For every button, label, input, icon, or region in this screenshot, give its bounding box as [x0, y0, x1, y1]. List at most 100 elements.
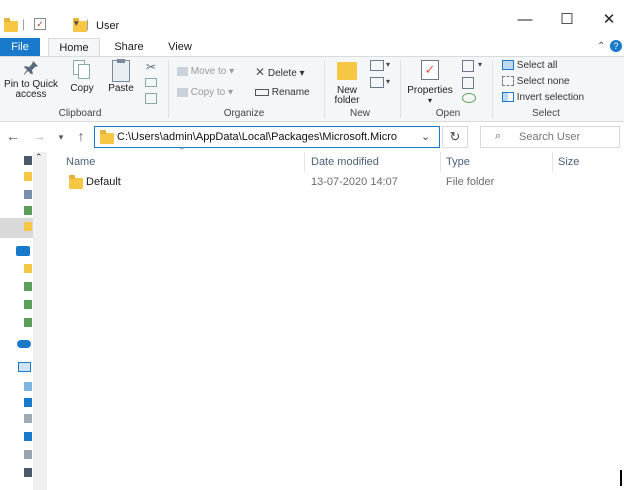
invert-selection-button[interactable]: Invert selection: [502, 92, 584, 104]
search-box[interactable]: ⌕ Search User: [480, 126, 620, 148]
title-separator: |: [86, 17, 90, 31]
select-none-button[interactable]: Select none: [502, 76, 570, 88]
paste-shortcut-icon[interactable]: [145, 93, 157, 104]
onedrive-icon[interactable]: [17, 340, 31, 348]
open-dropdown-icon[interactable]: ▾: [478, 60, 482, 69]
table-row[interactable]: Default 13-07-2020 14:07 File folder: [62, 172, 582, 192]
nav-item-icon[interactable]: [24, 190, 32, 199]
collapse-ribbon-icon[interactable]: ⌃: [597, 41, 605, 52]
column-header-size[interactable]: Size: [558, 156, 579, 168]
invert-selection-icon: [502, 92, 514, 103]
column-header-type[interactable]: Type: [446, 156, 470, 168]
clipboard-icon: [112, 59, 130, 82]
history-icon[interactable]: [462, 93, 476, 103]
nav-item-icon[interactable]: [24, 382, 32, 391]
address-folder-icon: [100, 130, 114, 144]
pin-icon: [23, 60, 39, 76]
pin-to-quick-access-button[interactable]: Pin to Quick access: [0, 60, 62, 100]
qat-dropdown-icon[interactable]: ▾: [74, 18, 79, 29]
scroll-up-icon[interactable]: ⌃: [35, 152, 43, 163]
tab-share[interactable]: Share: [106, 38, 152, 56]
tab-file[interactable]: File: [0, 38, 40, 56]
properties-label: Properties: [407, 85, 453, 96]
column-divider[interactable]: [304, 152, 305, 172]
easy-access-icon[interactable]: [370, 77, 384, 88]
text-cursor: [620, 470, 622, 486]
refresh-button[interactable]: ↻: [442, 126, 468, 148]
downloads-icon[interactable]: [24, 432, 32, 441]
qat-separator: |: [22, 17, 26, 31]
nav-folder-icon[interactable]: [24, 222, 32, 231]
nav-item-icon[interactable]: [24, 156, 32, 165]
rename-button[interactable]: Rename: [255, 87, 310, 99]
address-bar[interactable]: C:\Users\admin\AppData\Local\Packages\Mi…: [94, 126, 440, 148]
maximize-button[interactable]: ☐: [552, 10, 582, 30]
easy-access-dropdown-icon[interactable]: ▾: [386, 77, 390, 86]
properties-button[interactable]: ✓ Properties ▾: [404, 60, 456, 106]
new-item-dropdown-icon[interactable]: ▾: [386, 60, 390, 69]
properties-icon: ✓: [421, 60, 439, 80]
address-path[interactable]: C:\Users\admin\AppData\Local\Packages\Mi…: [117, 131, 413, 143]
rename-label: Rename: [271, 87, 310, 98]
minimize-button[interactable]: —: [510, 10, 540, 30]
clipboard-group-label: Clipboard: [58, 108, 102, 119]
properties-check-icon[interactable]: ✓: [34, 18, 46, 30]
copy-to-button[interactable]: Copy to ▾: [177, 87, 233, 99]
search-icon: ⌕: [495, 130, 502, 142]
this-pc-icon[interactable]: [18, 362, 31, 372]
address-dropdown-icon[interactable]: ⌄: [421, 130, 430, 143]
move-to-button[interactable]: Move to ▾: [177, 66, 234, 78]
tab-view[interactable]: View: [158, 38, 202, 56]
recent-locations-icon[interactable]: ▾: [52, 132, 70, 143]
nav-folder-icon[interactable]: [24, 172, 32, 181]
paste-button[interactable]: Paste: [104, 59, 138, 94]
nav-item-icon[interactable]: [24, 468, 32, 477]
nav-item-icon[interactable]: [24, 450, 32, 459]
select-none-icon: [502, 76, 514, 87]
select-group-label: Select: [532, 108, 560, 119]
edit-icon[interactable]: [462, 77, 474, 89]
delete-button[interactable]: ✕ Delete ▾: [255, 66, 305, 80]
sort-ascending-icon: ⌃: [178, 146, 186, 156]
new-group-label: New: [349, 108, 370, 119]
copy-to-label: Copy to: [190, 87, 226, 98]
close-button[interactable]: ✕: [594, 10, 624, 30]
column-header-date-modified[interactable]: Date modified: [311, 156, 379, 168]
new-folder-label: New folder: [334, 85, 360, 106]
move-to-icon: [177, 66, 188, 76]
delete-x-icon: ✕: [255, 65, 266, 79]
group-divider: [324, 60, 325, 118]
forward-arrow-icon[interactable]: →: [30, 128, 48, 144]
rename-icon: [255, 88, 269, 96]
group-divider: [492, 60, 493, 118]
cut-icon[interactable]: ✂: [146, 60, 156, 74]
nav-item-icon[interactable]: [24, 398, 32, 407]
file-date-modified: 13-07-2020 14:07: [311, 176, 398, 188]
new-item-icon[interactable]: [370, 60, 384, 71]
new-folder-button[interactable]: New folder: [328, 60, 366, 106]
title-bar: | ✓ ▾ | User — ☐ ✕: [0, 0, 624, 38]
nav-item-icon[interactable]: [24, 206, 32, 215]
back-arrow-icon[interactable]: ←: [4, 128, 22, 144]
nav-item-icon[interactable]: [24, 300, 32, 309]
column-divider[interactable]: [440, 152, 441, 172]
column-divider[interactable]: [552, 152, 553, 172]
navigation-pane-scrollbar[interactable]: ⌃: [33, 152, 47, 490]
open-icon[interactable]: [462, 60, 474, 72]
folder-icon: [4, 18, 18, 32]
window-title: User: [96, 20, 120, 32]
nav-folder-icon[interactable]: [24, 264, 32, 273]
select-all-button[interactable]: Select all: [502, 60, 557, 72]
nav-item-icon[interactable]: [24, 414, 32, 423]
up-arrow-icon[interactable]: ↑: [72, 128, 90, 144]
copy-path-icon[interactable]: [145, 78, 157, 87]
tab-home[interactable]: Home: [48, 38, 100, 56]
nav-item-icon[interactable]: [24, 318, 32, 327]
invert-selection-label: Invert selection: [516, 92, 585, 103]
dropbox-icon[interactable]: [16, 246, 30, 256]
copy-button[interactable]: Copy: [66, 60, 98, 94]
column-header-name[interactable]: Name: [66, 156, 95, 168]
folder-icon: [69, 175, 83, 189]
help-icon[interactable]: ?: [610, 40, 622, 52]
nav-item-icon[interactable]: [24, 282, 32, 291]
